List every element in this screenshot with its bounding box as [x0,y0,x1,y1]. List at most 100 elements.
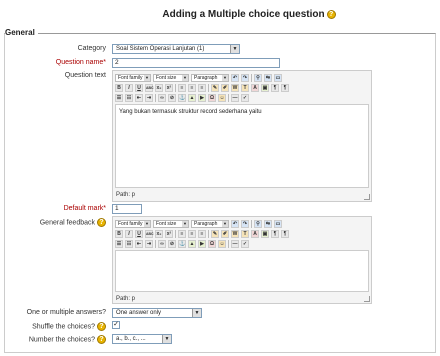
outdent-icon[interactable]: ⇤ [135,93,143,102]
dropdown-arrow-icon: ▼ [144,74,150,81]
find-icon[interactable]: ⚲ [254,73,262,82]
ltr-icon[interactable]: ¶ [271,83,279,92]
emoticon-icon[interactable]: ☺ [218,239,226,248]
replace-icon[interactable]: ⇆ [264,73,272,82]
unlink-icon[interactable]: ⊘ [168,93,176,102]
redo-icon[interactable]: ↷ [241,219,249,228]
strikethrough-icon[interactable]: ABC [145,83,154,92]
pencil-icon[interactable]: ✐ [221,229,229,238]
undo-icon[interactable]: ↶ [231,73,239,82]
find-icon[interactable]: ⚲ [254,219,262,228]
bold-icon[interactable]: B [115,229,123,238]
subscript-icon[interactable]: x₂ [155,83,163,92]
default-mark-input[interactable]: 1 [112,204,142,214]
help-icon[interactable]: ? [97,322,106,331]
resize-grip-icon[interactable] [364,194,370,200]
horizontal-rule-icon[interactable]: — [231,239,239,248]
underline-icon[interactable]: U [135,83,143,92]
align-left-icon[interactable]: ≡ [178,229,186,238]
paragraph-select[interactable]: Paragraph ▼ [191,219,229,228]
background-color-icon[interactable]: ▣ [261,229,269,238]
media-icon[interactable]: ▶ [198,93,206,102]
one-or-multiple-select[interactable]: One answer only ▼ [112,308,202,318]
redo-icon[interactable]: ↷ [241,73,249,82]
clean-icon[interactable]: ✎ [211,83,219,92]
link-icon[interactable]: ∞ [158,93,166,102]
bold-icon[interactable]: B [115,83,123,92]
outdent-icon[interactable]: ⇤ [135,239,143,248]
paragraph-label: Paragraph [194,220,218,227]
special-char-icon[interactable]: Ω [208,93,216,102]
font-family-select[interactable]: Font family ▼ [115,219,151,228]
pencil-icon[interactable]: ✐ [221,83,229,92]
paste-word-icon[interactable]: W [231,229,239,238]
bullet-list-icon[interactable]: ☰ [115,93,123,102]
general-feedback-label-text: General feedback [39,219,95,227]
number-choices-label: Number the choices?? [6,335,106,344]
category-select[interactable]: Soal Sistem Operasi Lanjutan (1) ▼ [112,44,240,54]
align-right-icon[interactable]: ≡ [198,229,206,238]
link-icon[interactable]: ∞ [158,239,166,248]
one-or-multiple-value: One answer only [116,310,162,316]
rtl-icon[interactable]: ¶ [281,229,289,238]
fullscreen-icon[interactable]: ▭ [274,73,282,82]
toolbar-separator [175,83,176,92]
editor-toolbar-row-2: B I U ABC x₂ x² ≡ ≡ ≡ ✎ ✐ W T A ▣ ¶ ¶ [115,83,289,92]
ltr-icon[interactable]: ¶ [271,229,279,238]
general-feedback-area[interactable] [115,250,369,292]
background-color-icon[interactable]: ▣ [261,83,269,92]
unlink-icon[interactable]: ⊘ [168,239,176,248]
toolbar-separator [251,219,252,228]
align-left-icon[interactable]: ≡ [178,83,186,92]
paragraph-select[interactable]: Paragraph ▼ [191,73,229,82]
horizontal-rule-icon[interactable]: — [231,93,239,102]
question-text-area[interactable]: Yang bukan termasuk struktur record sede… [115,104,369,188]
paste-text-icon[interactable]: T [241,83,249,92]
indent-icon[interactable]: ⇥ [145,239,153,248]
numbered-list-icon[interactable]: ☷ [125,93,133,102]
subscript-icon[interactable]: x₂ [155,229,163,238]
italic-icon[interactable]: I [125,83,133,92]
special-char-icon[interactable]: Ω [208,239,216,248]
numbered-list-icon[interactable]: ☷ [125,239,133,248]
media-icon[interactable]: ▶ [198,239,206,248]
image-icon[interactable]: ▲ [188,93,196,102]
text-color-icon[interactable]: A [251,83,259,92]
help-icon[interactable]: ? [326,9,336,19]
help-icon[interactable]: ? [97,335,106,344]
text-color-icon[interactable]: A [251,229,259,238]
indent-icon[interactable]: ⇥ [145,93,153,102]
align-center-icon[interactable]: ≡ [188,83,196,92]
superscript-icon[interactable]: x² [165,229,173,238]
image-icon[interactable]: ▲ [188,239,196,248]
strikethrough-icon[interactable]: ABC [145,229,154,238]
emoticon-icon[interactable]: ☺ [218,93,226,102]
help-icon[interactable]: ? [97,218,106,227]
font-family-select[interactable]: Font family ▼ [115,73,151,82]
question-name-input[interactable]: 2 [112,58,280,68]
general-feedback-label: General feedback? [6,218,106,227]
page-title: Adding a Multiple choice question? [0,9,440,20]
resize-grip-icon[interactable] [364,296,370,302]
replace-icon[interactable]: ⇆ [264,219,272,228]
italic-icon[interactable]: I [125,229,133,238]
align-center-icon[interactable]: ≡ [188,229,196,238]
anchor-icon[interactable]: ⚓ [178,239,186,248]
paste-word-icon[interactable]: W [231,83,239,92]
undo-icon[interactable]: ↶ [231,219,239,228]
superscript-icon[interactable]: x² [165,83,173,92]
rtl-icon[interactable]: ¶ [281,83,289,92]
fullscreen-icon[interactable]: ▭ [274,219,282,228]
align-right-icon[interactable]: ≡ [198,83,206,92]
number-choices-select[interactable]: a., b., c., ... ▼ [112,334,172,344]
clean-icon[interactable]: ✎ [211,229,219,238]
anchor-icon[interactable]: ⚓ [178,93,186,102]
spellcheck-icon[interactable]: ✓ [241,93,249,102]
underline-icon[interactable]: U [135,229,143,238]
shuffle-checkbox[interactable]: ✓ [112,321,120,329]
font-size-select[interactable]: Font size ▼ [153,73,189,82]
font-size-select[interactable]: Font size ▼ [153,219,189,228]
spellcheck-icon[interactable]: ✓ [241,239,249,248]
paste-text-icon[interactable]: T [241,229,249,238]
bullet-list-icon[interactable]: ☰ [115,239,123,248]
